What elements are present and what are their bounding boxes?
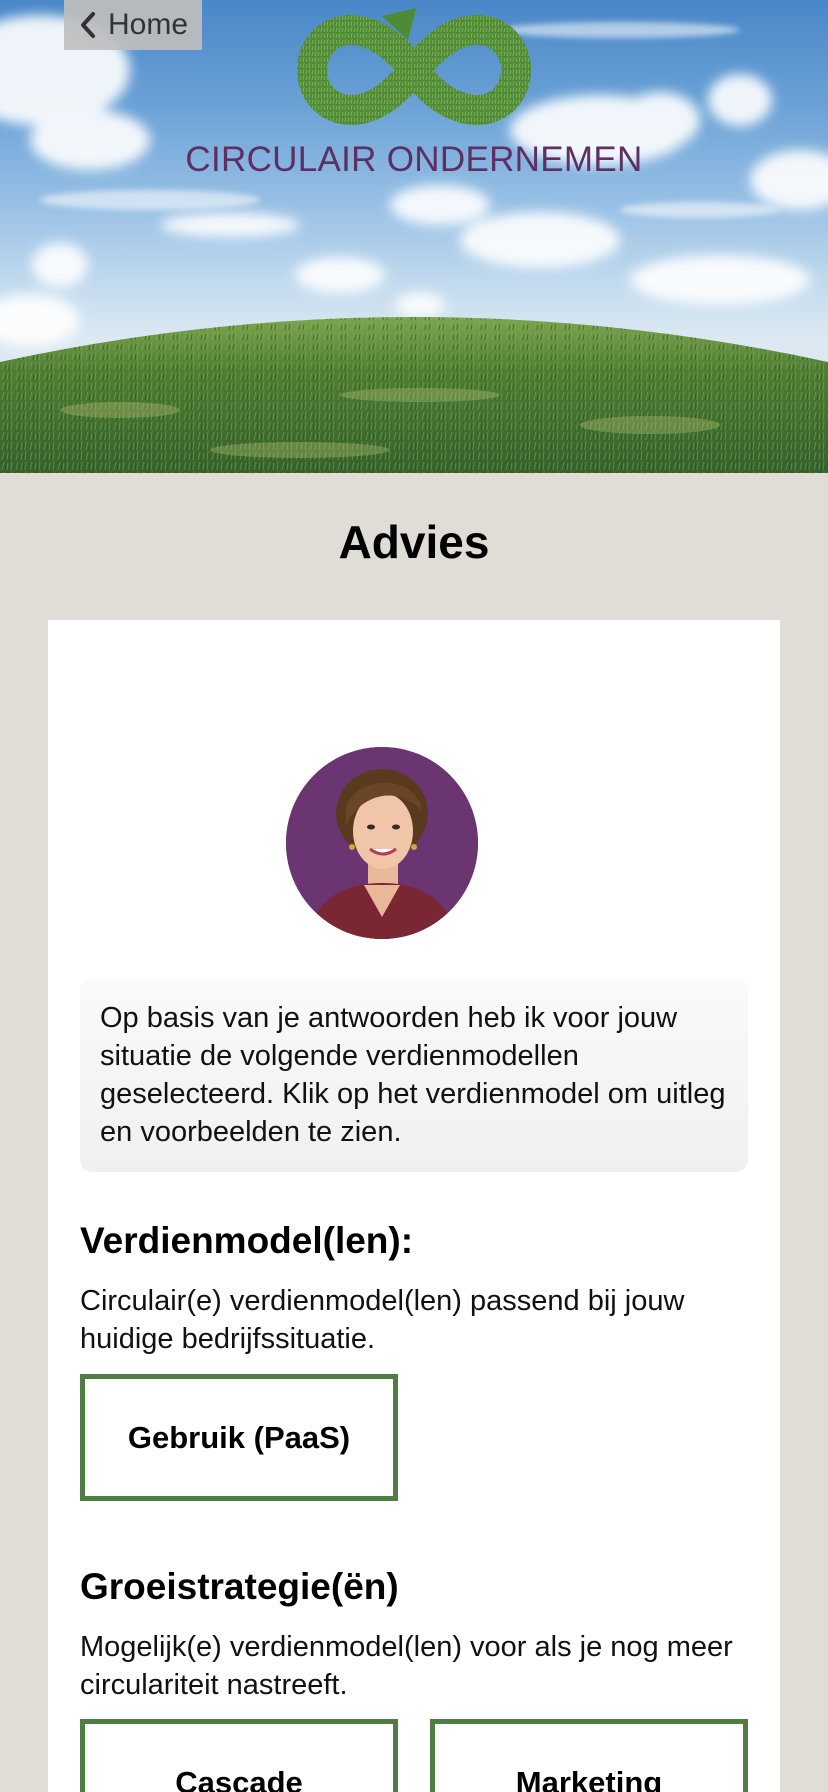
- home-back-button[interactable]: Home: [64, 0, 202, 50]
- advisor-portrait-image: [286, 747, 478, 939]
- advisor-avatar: [286, 747, 478, 939]
- advice-card: Op basis van je antwoorden heb ik voor j…: [48, 620, 780, 1792]
- advice-message: Op basis van je antwoorden heb ik voor j…: [80, 979, 748, 1172]
- hero-banner: Home CIRCULAIR ONDERNEMEN: [0, 0, 828, 473]
- grass-hill-image: [0, 317, 828, 473]
- chevron-left-icon: [80, 12, 95, 38]
- section-heading-groeistrategieen: Groeistrategie(ën): [80, 1566, 399, 1607]
- section-heading-verdienmodellen: Verdienmodel(len):: [80, 1220, 414, 1261]
- section-description-verdienmodellen: Circulair(e) verdienmodel(len) passend b…: [80, 1285, 685, 1355]
- model-button-marketing[interactable]: Marketing: [430, 1719, 748, 1792]
- model-button-cascade[interactable]: Cascade: [80, 1719, 398, 1792]
- circular-infinity-logo: [296, 8, 532, 126]
- model-button-gebruik-paas[interactable]: Gebruik (PaaS): [80, 1374, 398, 1501]
- section-description-groeistrategieen: Mogelijk(e) verdienmodel(len) voor als j…: [80, 1631, 733, 1701]
- brand-title: CIRCULAIR ONDERNEMEN: [185, 140, 643, 179]
- page-title: Advies: [338, 516, 490, 568]
- home-back-label: Home: [107, 8, 189, 41]
